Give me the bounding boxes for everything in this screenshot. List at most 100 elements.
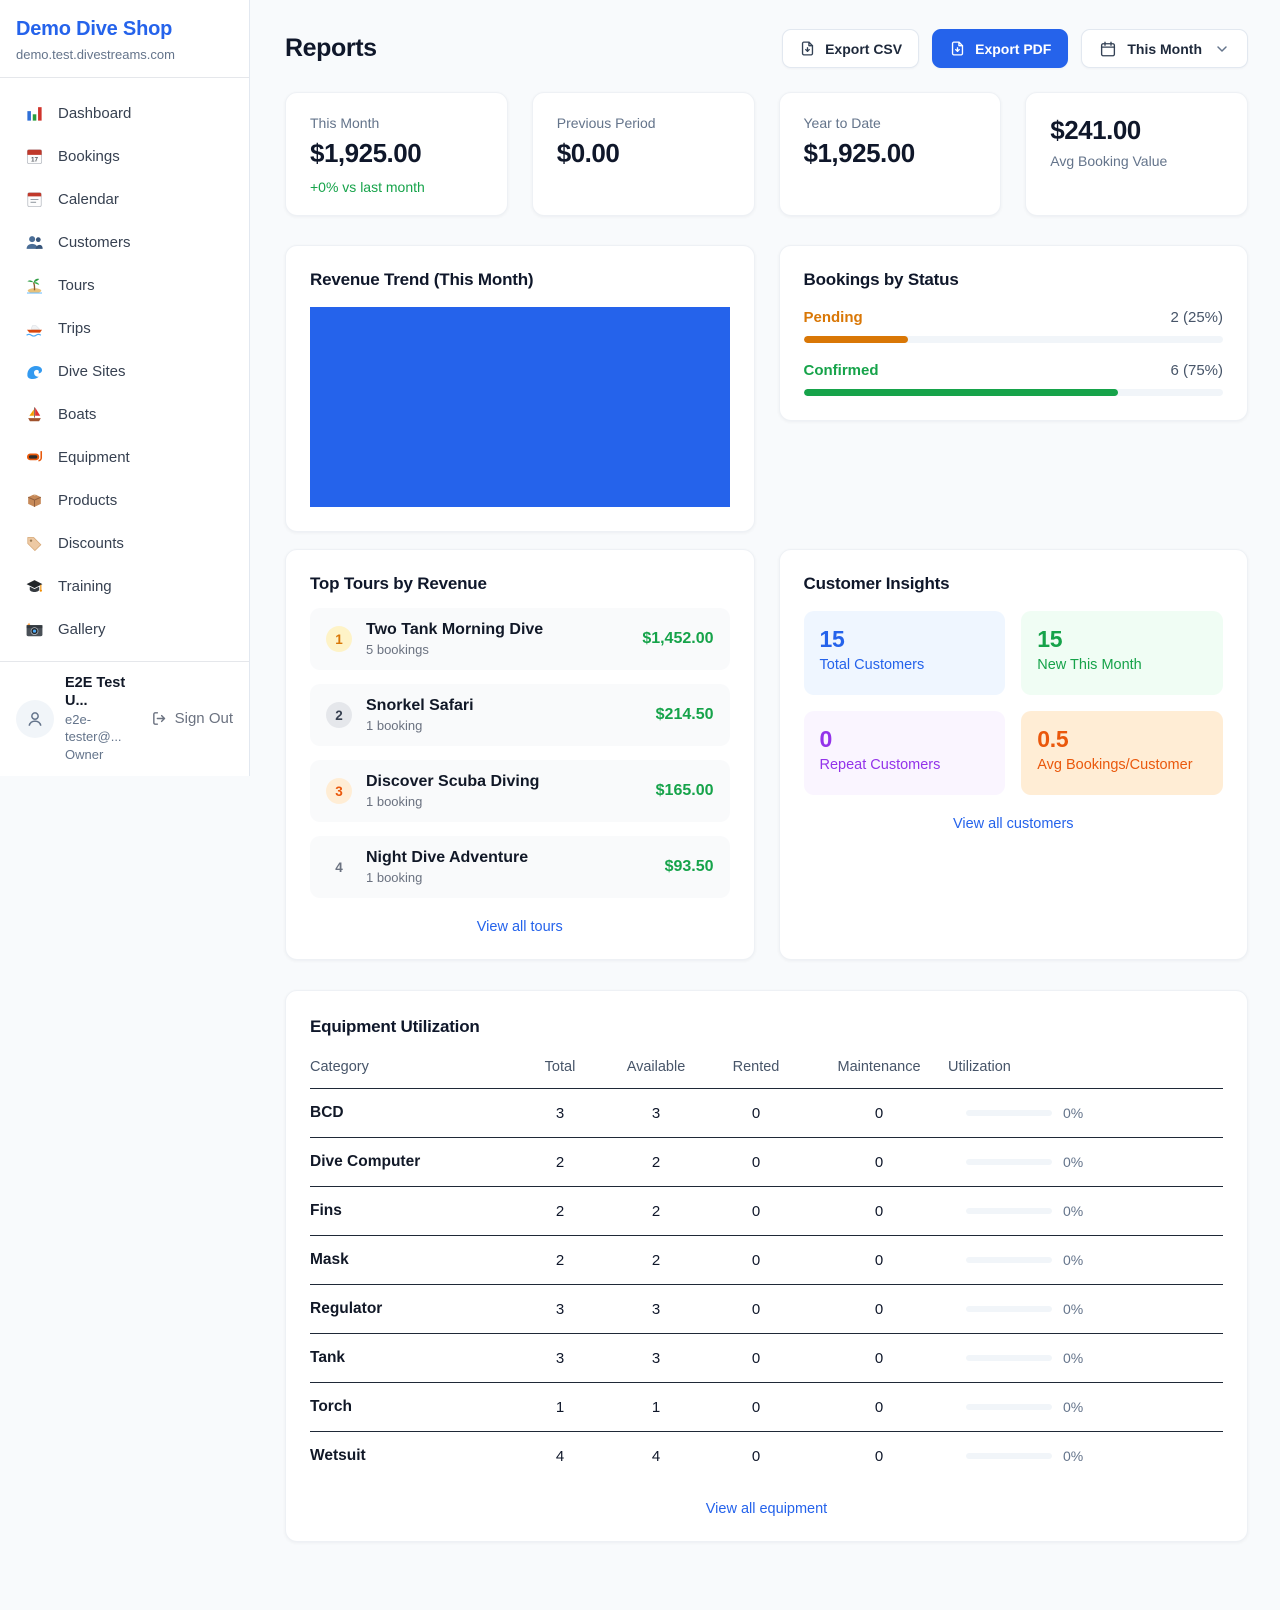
logout-icon bbox=[151, 710, 168, 727]
view-all-tours-link[interactable]: View all tours bbox=[310, 919, 730, 935]
insight-value: 0 bbox=[820, 726, 990, 753]
tour-name: Two Tank Morning Dive bbox=[366, 621, 543, 639]
tour-name: Snorkel Safari bbox=[366, 697, 474, 715]
sidebar-item-dashboard[interactable]: Dashboard bbox=[12, 92, 237, 135]
equipment-utilization-cell: 0% bbox=[948, 1334, 1223, 1383]
calendar-icon bbox=[1099, 40, 1117, 58]
person-icon bbox=[25, 709, 45, 729]
equipment-category: Regulator bbox=[310, 1285, 510, 1334]
dashboard-icon bbox=[24, 104, 44, 124]
stat-value: $1,925.00 bbox=[804, 138, 977, 169]
insight-value: 0.5 bbox=[1037, 726, 1207, 753]
sidebar-item-tours[interactable]: Tours bbox=[12, 264, 237, 307]
shop-name: Demo Dive Shop bbox=[16, 18, 233, 41]
sidebar-item-discounts[interactable]: Discounts bbox=[12, 522, 237, 565]
equipment-maintenance: 0 bbox=[810, 1383, 948, 1432]
stats-row: This Month$1,925.00+0% vs last monthPrev… bbox=[285, 92, 1248, 216]
equipment-utilization-cell: 0% bbox=[948, 1089, 1223, 1138]
sidebar-item-products[interactable]: Products bbox=[12, 479, 237, 522]
insight-tile-avg-bookings-customer: 0.5 Avg Bookings/Customer bbox=[1021, 711, 1223, 795]
stat-value: $241.00 bbox=[1050, 115, 1223, 146]
insight-tile-new-this-month: 15 New This Month bbox=[1021, 611, 1223, 695]
equipment-rented: 0 bbox=[702, 1236, 810, 1285]
utilization-percent: 0% bbox=[1063, 1301, 1083, 1317]
stat-label: Avg Booking Value bbox=[1050, 153, 1223, 169]
equipment-rented: 0 bbox=[702, 1089, 810, 1138]
utilization-percent: 0% bbox=[1063, 1105, 1083, 1121]
training-icon bbox=[24, 577, 44, 597]
export-pdf-button[interactable]: Export PDF bbox=[932, 29, 1068, 68]
equipment-utilization-cell: 0% bbox=[948, 1432, 1223, 1481]
stat-card-avg-booking-value: $241.00 Avg Booking Value bbox=[1025, 92, 1248, 216]
equipment-available: 3 bbox=[610, 1089, 702, 1138]
stat-value: $0.00 bbox=[557, 138, 730, 169]
file-download-icon bbox=[799, 40, 816, 57]
tour-bookings-count: 1 booking bbox=[366, 718, 474, 733]
equipment-table: CategoryTotalAvailableRentedMaintenanceU… bbox=[310, 1049, 1223, 1480]
equipment-row-tank: Tank 3 3 0 0 0% bbox=[310, 1334, 1223, 1383]
equipment-row-torch: Torch 1 1 0 0 0% bbox=[310, 1383, 1223, 1432]
utilization-bar bbox=[966, 1453, 1052, 1459]
status-row-pending: Pending 2 (25%) bbox=[804, 309, 1224, 343]
equipment-total: 2 bbox=[510, 1187, 610, 1236]
status-progress-bar bbox=[804, 336, 1224, 343]
sidebar-item-training[interactable]: Training bbox=[12, 565, 237, 608]
column-header-utilization: Utilization bbox=[948, 1049, 1223, 1089]
customer-insights-card: Customer Insights 15 Total Customers 15 … bbox=[779, 549, 1249, 960]
equipment-rented: 0 bbox=[702, 1138, 810, 1187]
tour-rank-badge: 2 bbox=[326, 702, 352, 728]
file-download-icon bbox=[949, 40, 966, 57]
utilization-bar bbox=[966, 1257, 1052, 1263]
export-csv-button[interactable]: Export CSV bbox=[782, 29, 919, 68]
equipment-maintenance: 0 bbox=[810, 1236, 948, 1285]
equipment-rented: 0 bbox=[702, 1334, 810, 1383]
status-label: Confirmed bbox=[804, 362, 879, 379]
sign-out-button[interactable]: Sign Out bbox=[151, 710, 233, 727]
equipment-category: Torch bbox=[310, 1383, 510, 1432]
tour-bookings-count: 1 booking bbox=[366, 870, 528, 885]
export-pdf-label: Export PDF bbox=[975, 41, 1051, 57]
equipment-maintenance: 0 bbox=[810, 1089, 948, 1138]
page-header: Reports Export CSV Export PDF This Month bbox=[285, 29, 1248, 68]
sidebar-item-customers[interactable]: Customers bbox=[12, 221, 237, 264]
sidebar-item-bookings[interactable]: 17 Bookings bbox=[12, 135, 237, 178]
utilization-bar bbox=[966, 1306, 1052, 1312]
sidebar-item-dive-sites[interactable]: Dive Sites bbox=[12, 350, 237, 393]
status-rows: Pending 2 (25%) Confirmed 6 (75%) bbox=[804, 309, 1224, 396]
insight-tile-total-customers: 15 Total Customers bbox=[804, 611, 1006, 695]
sidebar-item-boats[interactable]: Boats bbox=[12, 393, 237, 436]
equipment-row-regulator: Regulator 3 3 0 0 0% bbox=[310, 1285, 1223, 1334]
equipment-row-wetsuit: Wetsuit 4 4 0 0 0% bbox=[310, 1432, 1223, 1481]
svg-text:17: 17 bbox=[30, 157, 38, 164]
shop-domain: demo.test.divestreams.com bbox=[16, 47, 233, 62]
top-tours-card: Top Tours by Revenue 1 Two Tank Morning … bbox=[285, 549, 755, 960]
utilization-percent: 0% bbox=[1063, 1448, 1083, 1464]
user-role: Owner bbox=[65, 747, 140, 764]
equipment-total: 3 bbox=[510, 1089, 610, 1138]
utilization-percent: 0% bbox=[1063, 1203, 1083, 1219]
sidebar-item-pos[interactable]: POS bbox=[12, 651, 237, 661]
sidebar-item-equipment[interactable]: Equipment bbox=[12, 436, 237, 479]
equipment-maintenance: 0 bbox=[810, 1138, 948, 1187]
equipment-available: 4 bbox=[610, 1432, 702, 1481]
revenue-trend-card: Revenue Trend (This Month) bbox=[285, 245, 755, 532]
utilization-bar bbox=[966, 1404, 1052, 1410]
utilization-bar bbox=[966, 1159, 1052, 1165]
stat-card-this-month: This Month$1,925.00+0% vs last month bbox=[285, 92, 508, 216]
sidebar-item-trips[interactable]: Trips bbox=[12, 307, 237, 350]
equipment-total: 2 bbox=[510, 1236, 610, 1285]
utilization-bar bbox=[966, 1208, 1052, 1214]
avatar bbox=[16, 700, 54, 738]
view-all-equipment-link[interactable]: View all equipment bbox=[310, 1501, 1223, 1517]
sidebar-item-calendar[interactable]: Calendar bbox=[12, 178, 237, 221]
sidebar: Demo Dive Shop demo.test.divestreams.com… bbox=[0, 0, 250, 776]
period-dropdown[interactable]: This Month bbox=[1081, 29, 1248, 68]
equipment-table-header: CategoryTotalAvailableRentedMaintenanceU… bbox=[310, 1049, 1223, 1089]
view-all-customers-link[interactable]: View all customers bbox=[804, 816, 1224, 832]
sidebar-item-gallery[interactable]: Gallery bbox=[12, 608, 237, 651]
tours-icon bbox=[24, 276, 44, 296]
tour-name: Night Dive Adventure bbox=[366, 849, 528, 867]
equipment-icon bbox=[24, 448, 44, 468]
status-row-confirmed: Confirmed 6 (75%) bbox=[804, 362, 1224, 396]
equipment-utilization-title: Equipment Utilization bbox=[310, 1017, 1223, 1037]
